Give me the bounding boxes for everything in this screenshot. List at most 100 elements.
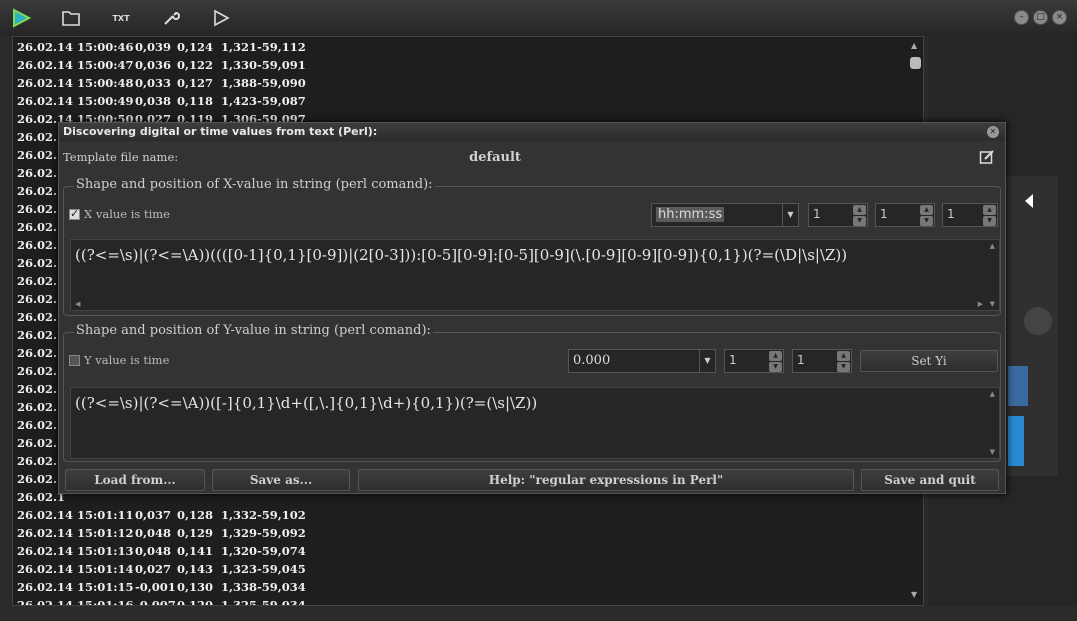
maximize-button[interactable]: □	[1033, 10, 1048, 25]
spin-up-icon[interactable]: ▲	[769, 351, 782, 361]
y-value-group: Shape and position of Y-value in string …	[63, 323, 1001, 462]
data-cell-date: 26.02.14 15:00:47	[17, 58, 134, 72]
y-format-value: 0.000	[573, 353, 611, 368]
txt-icon[interactable]: TXT	[108, 6, 134, 30]
data-cell-v2: 0,141	[176, 544, 213, 558]
y-spin-2[interactable]: 1 ▲ ▼	[792, 349, 852, 373]
data-cell-v2: 0,124	[176, 40, 213, 54]
data-cell-v4: -59,090	[257, 76, 306, 90]
scroll-right-icon[interactable]: ▶	[978, 300, 983, 308]
spin-up-icon[interactable]: ▲	[983, 205, 996, 215]
data-cell-v3: 1,323	[220, 562, 257, 576]
y-spin-1[interactable]: 1 ▲ ▼	[724, 349, 784, 373]
data-cell-date: 26.02.14 15:01:11	[17, 508, 134, 522]
help-regex-button[interactable]: Help: "regular expressions in Perl"	[358, 469, 854, 491]
data-row: 26.02.14 15:00:460,039 0,124 1,321-59,112	[17, 40, 306, 58]
scroll-down-icon[interactable]: ▼	[911, 590, 917, 599]
spin-down-icon[interactable]: ▼	[769, 362, 782, 372]
spin-down-icon[interactable]: ▼	[983, 216, 996, 226]
spin-up-icon[interactable]: ▲	[853, 205, 866, 215]
x-spin-1[interactable]: 1 ▲ ▼	[808, 203, 868, 227]
data-cell-v1: 0,036	[135, 58, 172, 72]
y-time-label: Y value is time	[84, 353, 170, 367]
x-time-label: X value is time	[84, 207, 170, 221]
data-cell-v2: 0,130	[176, 580, 213, 594]
spin-down-icon[interactable]: ▼	[853, 216, 866, 226]
data-cell-date: 26.02.14 15:01:13	[17, 544, 134, 558]
x-group-title: Shape and position of X-value in string …	[74, 177, 435, 192]
data-cell-v1: 0,027	[135, 562, 172, 576]
template-label: Template file name:	[63, 150, 179, 164]
data-cell-v3: 1,325	[220, 598, 257, 606]
run-icon[interactable]	[208, 6, 234, 30]
data-cell-v4: -59,087	[257, 94, 306, 108]
load-from-button[interactable]: Load from...	[65, 469, 205, 491]
chevron-down-icon[interactable]: ▼	[782, 204, 798, 226]
set-yi-button[interactable]: Set Yi	[860, 350, 998, 372]
y-spin-1-value: 1	[729, 353, 737, 367]
dialog-close-icon[interactable]: ✕	[987, 126, 999, 138]
folder-icon[interactable]	[58, 6, 84, 30]
y-format-select[interactable]: 0.000 ▼	[568, 349, 716, 373]
x-spin-3[interactable]: 1 ▲ ▼	[942, 203, 998, 227]
data-cell-v3: 1,423	[220, 94, 257, 108]
minimize-button[interactable]: –	[1014, 10, 1029, 25]
data-cell-v3: 1,321	[220, 40, 257, 54]
y-time-checkbox[interactable]	[69, 355, 80, 366]
data-cell-v1: 0,048	[135, 544, 172, 558]
save-as-button[interactable]: Save as...	[212, 469, 350, 491]
data-cell-date: 26.02.14 15:01:16	[17, 598, 134, 606]
data-cell-v3: 1,338	[220, 580, 257, 594]
x-spin-1-value: 1	[813, 207, 821, 221]
chevron-down-icon[interactable]: ▼	[699, 350, 715, 372]
template-name: default	[469, 150, 521, 165]
x-format-select[interactable]: hh:mm:ss ▼	[651, 203, 799, 227]
spin-down-icon[interactable]: ▼	[837, 362, 850, 372]
data-cell-v1: 0,039	[135, 40, 172, 54]
x-value-group: Shape and position of X-value in string …	[63, 177, 1001, 316]
spin-down-icon[interactable]: ▼	[920, 216, 933, 226]
save-and-quit-button[interactable]: Save and quit	[861, 469, 999, 491]
close-button[interactable]: ×	[1052, 10, 1067, 25]
y-regex-editor[interactable]: ((?<=\s)|(?<=\A))([-]{0,1}\d+([,\.]{0,1}…	[70, 387, 1000, 459]
data-cell-v3: 1,320	[220, 544, 257, 558]
edit-icon[interactable]	[979, 149, 995, 165]
data-cell-v2: 0,129	[176, 526, 213, 540]
data-cell-date: 26.02.14 15:01:12	[17, 526, 134, 540]
data-row: 26.02.14 15:01:15-0,0010,130 1,338-59,034	[17, 580, 306, 598]
data-cell-date: 26.02.14 15:01:15	[17, 580, 134, 594]
data-cell-v1: 0,037	[135, 508, 172, 522]
scroll-down-icon[interactable]: ▼	[990, 300, 995, 308]
data-cell-v4: -59,102	[257, 508, 306, 522]
x-time-checkbox[interactable]	[69, 207, 80, 220]
data-cell-v3: 1,329	[220, 526, 257, 540]
data-cell-v4: -59,092	[257, 526, 306, 540]
x-spin-3-value: 1	[947, 207, 955, 221]
scroll-up-icon[interactable]: ▲	[990, 242, 995, 250]
scroll-up-icon[interactable]: ▲	[911, 41, 917, 50]
spin-up-icon[interactable]: ▲	[837, 351, 850, 361]
data-cell-v2: 0,128	[176, 508, 213, 522]
scroll-up-icon[interactable]: ▲	[990, 390, 995, 398]
data-cell-date: 26.02.14 15:00:46	[17, 40, 134, 54]
data-cell-v2: 0,118	[176, 94, 213, 108]
data-cell-v4: -59,074	[257, 544, 306, 558]
txt-label: TXT	[112, 13, 130, 23]
data-row: 26.02.14 15:01:16-0,0070,120 1,325-59,034	[17, 598, 306, 606]
play-logo-icon[interactable]	[8, 6, 34, 30]
data-cell-v2: 0,127	[176, 76, 213, 90]
x-spin-2[interactable]: 1 ▲ ▼	[875, 203, 935, 227]
scroll-down-icon[interactable]: ▼	[990, 448, 995, 456]
y-regex-text: ((?<=\s)|(?<=\A))([-]{0,1}\d+([,\.]{0,1}…	[75, 394, 538, 412]
scroll-thumb[interactable]	[910, 57, 921, 69]
regex-dialog: Discovering digital or time values from …	[58, 122, 1006, 494]
data-row: 26.02.14 15:00:490,038 0,118 1,423-59,087	[17, 94, 306, 112]
data-cell-v3: 1,388	[220, 76, 257, 90]
x-regex-editor[interactable]: ((?<=\s)|(?<=\A))((([0-1]{0,1}[0-9])|(2[…	[70, 239, 1000, 311]
wrench-icon[interactable]	[158, 6, 184, 30]
scroll-left-icon[interactable]: ◀	[75, 300, 80, 308]
data-cell-date: 26.02.14 15:00:48	[17, 76, 134, 90]
y-group-title: Shape and position of Y-value in string …	[74, 323, 433, 338]
data-cell-v3: 1,330	[220, 58, 257, 72]
spin-up-icon[interactable]: ▲	[920, 205, 933, 215]
